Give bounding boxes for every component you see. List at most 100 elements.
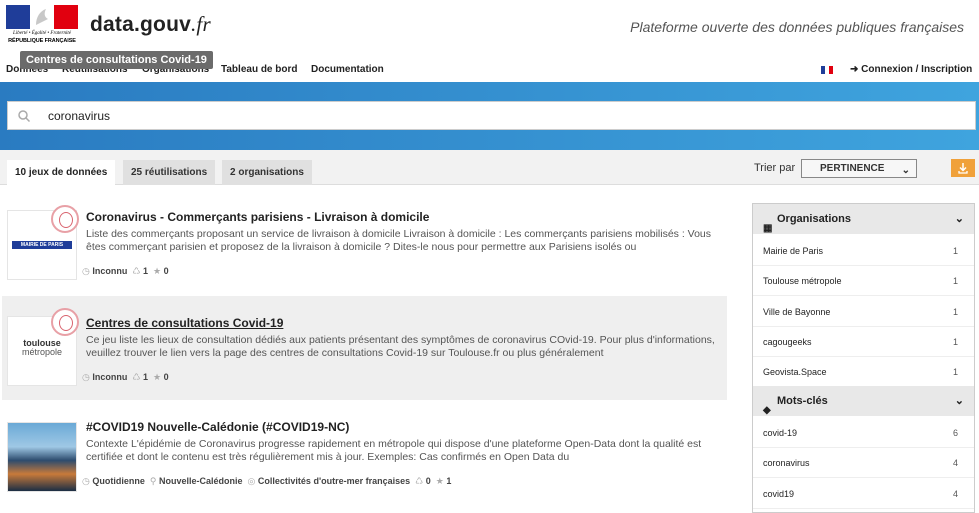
- result-reuses: 1: [142, 266, 148, 276]
- search-banner: [0, 82, 979, 150]
- login-icon: ➜: [850, 64, 862, 75]
- chevron-down-icon: ⌄: [954, 395, 964, 407]
- facet-item-name: Geovista.Space: [763, 367, 827, 377]
- facets-sidebar: ▦ Organisations ⌄ Mairie de Paris 1 Toulo…: [752, 203, 975, 513]
- result-stars: 1: [446, 476, 452, 486]
- clock-icon: ◷: [82, 476, 90, 486]
- facet-item[interactable]: Mairie de Paris 1: [753, 236, 974, 266]
- facet-item-name: coronavirus: [763, 458, 810, 468]
- list-item[interactable]: toulouse métropole Centres de consultatio…: [2, 296, 727, 400]
- french-flag-icon[interactable]: [821, 66, 833, 74]
- gov-name: RÉPUBLIQUE FRANÇAISE: [8, 38, 76, 44]
- facet-header-tags[interactable]: ◆ Mots-clés ⌄: [753, 386, 974, 416]
- header: Liberté • Égalité • Fraternité RÉPUBLIQU…: [0, 0, 979, 58]
- tab-organizations[interactable]: 2 organisations: [222, 160, 312, 185]
- site-brand[interactable]: data.gouv.fr: [90, 12, 211, 37]
- facet-item-name: Toulouse métropole: [763, 276, 842, 286]
- facet-header-organizations[interactable]: ▦ Organisations ⌄: [753, 204, 974, 234]
- result-scope: Collectivités d'outre-mer françaises: [257, 476, 411, 486]
- tooltip: Centres de consultations Covid-19: [20, 51, 213, 69]
- login-link[interactable]: ➜ Connexion / Inscription: [850, 64, 972, 75]
- result-description: Contexte L'épidémie de Coronavirus progr…: [86, 438, 702, 463]
- clock-icon: ◷: [82, 266, 90, 276]
- facet-item-count: 1: [952, 276, 958, 286]
- dataset-thumbnail: [7, 422, 77, 492]
- result-reuses: 1: [142, 372, 148, 382]
- toulouse-metropole-logo: toulouse métropole: [8, 339, 76, 357]
- recycle-icon: ♺: [132, 372, 141, 382]
- result-tabs-bar: 10 jeux de données 25 réutilisations 2 o…: [0, 150, 979, 185]
- login-label: Connexion / Inscription: [861, 64, 973, 75]
- chevron-down-icon: ⌄: [954, 213, 964, 225]
- brand-main: data.gouv: [90, 13, 191, 36]
- facet-item-count: 1: [952, 337, 958, 347]
- search-icon: [18, 110, 31, 123]
- facet-item-count: 1: [952, 307, 958, 317]
- search-input[interactable]: [48, 105, 948, 127]
- facet-item[interactable]: coronavirus 4: [753, 448, 974, 478]
- download-icon: [958, 163, 968, 174]
- republique-francaise-logo[interactable]: Liberté • Égalité • Fraternité RÉPUBLIQU…: [6, 5, 78, 47]
- result-stars: 0: [163, 266, 169, 276]
- tab-datasets[interactable]: 10 jeux de données: [7, 160, 116, 185]
- star-icon: ★: [435, 476, 444, 486]
- result-meta: ◷ Quotidienne ⚲ Nouvelle-Calédonie ◎ Col…: [82, 476, 451, 487]
- certified-badge-icon: [51, 308, 79, 336]
- download-button[interactable]: [951, 159, 975, 177]
- facet-title: Mots-clés: [777, 395, 828, 407]
- facet-item-count: 1: [952, 367, 958, 377]
- sort-label: Trier par: [754, 162, 796, 174]
- gov-motto: Liberté • Égalité • Fraternité: [13, 31, 71, 36]
- certified-badge-icon: [51, 205, 79, 233]
- facet-item-count: 4: [952, 458, 958, 468]
- list-item[interactable]: #COVID19 Nouvelle-Calédonie (#COVID19-NC…: [2, 408, 727, 504]
- result-frequency: Quotidienne: [92, 476, 145, 486]
- result-location: Nouvelle-Calédonie: [159, 476, 243, 486]
- brand-tld: .fr: [190, 12, 211, 36]
- result-meta: ◷ Inconnu ♺ 1 ★ 0: [82, 372, 169, 383]
- result-stars: 0: [163, 372, 169, 382]
- result-title[interactable]: #COVID19 Nouvelle-Calédonie (#COVID19-NC…: [86, 420, 349, 434]
- star-icon: ★: [153, 266, 162, 276]
- facet-item-name: covid-19: [763, 428, 798, 438]
- facet-item[interactable]: cagougeeks 1: [753, 327, 974, 357]
- nav-item-documentation[interactable]: Documentation: [311, 64, 384, 75]
- facet-item-name: Ville de Bayonne: [763, 307, 831, 317]
- result-description: Ce jeu liste les lieux de consultation d…: [86, 334, 715, 359]
- result-reuses: 0: [425, 476, 431, 486]
- result-description: Liste des commerçants proposant un servi…: [86, 228, 712, 253]
- facet-item[interactable]: Ville de Bayonne 1: [753, 297, 974, 327]
- facet-item[interactable]: Toulouse métropole 1: [753, 266, 974, 296]
- facet-item-name: covid19: [763, 489, 795, 499]
- facet-item[interactable]: covid19 4: [753, 479, 974, 509]
- recycle-icon: ♺: [132, 266, 141, 276]
- recycle-icon: ♺: [415, 476, 424, 486]
- result-title[interactable]: Centres de consultations Covid-19: [86, 316, 283, 330]
- list-item[interactable]: MAIRIE DE PARIS Coronavirus - Commerçant…: [2, 200, 727, 296]
- facet-item-count: 6: [952, 428, 958, 438]
- facet-item[interactable]: Geovista.Space 1: [753, 357, 974, 387]
- result-frequency: Inconnu: [92, 372, 128, 382]
- clock-icon: ◷: [82, 372, 90, 382]
- facet-title: Organisations: [777, 213, 851, 225]
- facet-item-count: 4: [952, 489, 958, 499]
- sort-value: PERTINENCE: [820, 163, 885, 174]
- logo-line-2: métropole: [21, 347, 63, 357]
- facet-item[interactable]: covid-19 6: [753, 418, 974, 448]
- tab-reuses[interactable]: 25 réutilisations: [123, 160, 216, 185]
- scope-icon: ◎: [247, 476, 256, 486]
- facet-item-name: cagougeeks: [763, 337, 812, 347]
- sort-select[interactable]: PERTINENCE ⌄: [801, 159, 917, 178]
- facet-item-count: 1: [952, 246, 958, 256]
- facet-item-name: Mairie de Paris: [763, 246, 824, 256]
- star-icon: ★: [153, 372, 162, 382]
- marianne-flag-icon: [6, 5, 78, 29]
- location-pin-icon: ⚲: [149, 476, 157, 486]
- result-title[interactable]: Coronavirus - Commerçants parisiens - Li…: [86, 210, 429, 224]
- nav-item-tableau-de-bord[interactable]: Tableau de bord: [221, 64, 298, 75]
- result-frequency: Inconnu: [92, 266, 128, 276]
- search-box: [7, 101, 976, 130]
- result-meta: ◷ Inconnu ♺ 1 ★ 0: [82, 266, 169, 277]
- mairie-paris-logo: MAIRIE DE PARIS: [12, 241, 72, 249]
- chevron-down-icon: ⌄: [901, 165, 910, 176]
